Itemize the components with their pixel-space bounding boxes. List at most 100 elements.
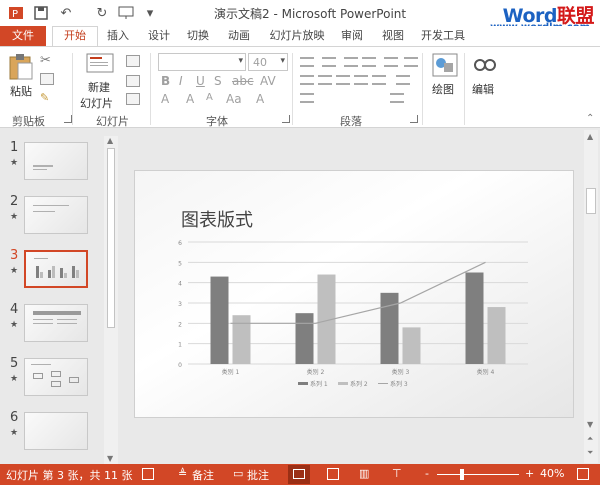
text-direction-icon[interactable] [404, 57, 418, 67]
undo-icon[interactable]: ↶ [58, 5, 74, 21]
slide-thumbnail[interactable] [24, 412, 88, 450]
ribbon: 粘贴 ✂ ✎ 剪贴板 新建 幻灯片 幻灯片 ▾ 40 ▾ B I U S abc … [0, 46, 600, 128]
editing-label: 编辑 [472, 83, 494, 96]
change-case-icon[interactable]: Aa [226, 92, 242, 106]
tab-developer[interactable]: 开发工具 [418, 26, 468, 46]
drawing-button[interactable]: 绘图 [430, 53, 460, 111]
find-icon [474, 59, 496, 71]
reset-icon[interactable] [126, 75, 140, 87]
tab-insert[interactable]: 插入 [100, 26, 136, 46]
chart[interactable]: 0 1 2 3 4 5 6 类别 1 类别 2 类别 3 类别 4 系列 1 系列 2 系列 3 [168, 234, 538, 394]
customize-qat-icon[interactable]: ▾ [142, 5, 158, 21]
justify-icon[interactable] [354, 75, 368, 85]
underline-icon[interactable]: U [196, 74, 205, 88]
tab-design[interactable]: 设计 [142, 26, 176, 46]
fit-to-window-icon[interactable] [577, 468, 589, 480]
slide-number: 4 [10, 302, 19, 317]
slide-sorter-icon[interactable] [327, 468, 339, 480]
save-icon[interactable] [33, 5, 49, 21]
notes-icon[interactable]: ≜ [178, 467, 187, 480]
drawing-label: 绘图 [432, 83, 454, 96]
layout-icon[interactable] [126, 55, 140, 67]
zoom-in-button[interactable]: + [525, 467, 534, 480]
scrollbar-thumb[interactable] [107, 148, 115, 328]
shadow-icon[interactable]: S [214, 74, 222, 88]
increase-indent-icon[interactable] [362, 57, 376, 67]
scroll-up-icon[interactable]: ▲ [587, 132, 593, 141]
font-size-combo[interactable]: 40 ▾ [248, 53, 288, 71]
zoom-slider-thumb[interactable] [460, 469, 464, 480]
italic-icon[interactable]: I [179, 74, 183, 88]
bullets-icon[interactable] [300, 57, 314, 67]
collapse-ribbon-icon[interactable]: ⌃ [586, 113, 594, 124]
slide-title[interactable]: 图表版式 [181, 206, 253, 232]
columns-icon[interactable] [396, 75, 410, 85]
font-launcher-icon[interactable] [282, 115, 290, 123]
comments-button[interactable]: 批注 [247, 467, 269, 483]
thumbnail-scrollbar[interactable]: ▲ ▼ [104, 136, 118, 466]
normal-view-button[interactable] [288, 465, 310, 484]
shrink-font-icon[interactable]: A [206, 92, 213, 103]
reading-view-icon[interactable]: ▥ [359, 467, 369, 480]
editing-button[interactable]: 编辑 [470, 53, 500, 111]
slide-thumbnail[interactable] [24, 196, 88, 234]
present-from-start-icon[interactable] [118, 5, 134, 21]
align-right-icon[interactable] [336, 75, 350, 85]
spelling-check-icon[interactable] [142, 468, 154, 480]
legend-label: 系列 2 [350, 380, 368, 388]
copy-icon[interactable] [40, 73, 54, 85]
comments-icon[interactable]: ▭ [233, 467, 243, 480]
powerpoint-app-icon[interactable]: P [8, 5, 24, 21]
tab-slideshow[interactable]: 幻灯片放映 [264, 26, 330, 46]
line-spacing-icon[interactable] [384, 57, 398, 67]
char-spacing-icon[interactable]: AV [260, 74, 276, 88]
previous-slide-icon[interactable]: ⏶ [587, 434, 593, 444]
strikethrough-icon[interactable]: abc [232, 74, 254, 88]
font-color-icon[interactable]: A [161, 92, 169, 106]
paste-button[interactable]: 粘贴 [8, 53, 36, 101]
smartart-icon[interactable] [390, 93, 404, 103]
zoom-slider[interactable] [437, 474, 519, 475]
new-slide-button[interactable]: 新建 幻灯片 [78, 53, 122, 111]
grow-font-icon[interactable]: A [186, 92, 194, 106]
numbering-icon[interactable] [322, 57, 336, 67]
tab-transitions[interactable]: 切换 [181, 26, 215, 46]
slide-scrollbar[interactable]: ▲ ▼ ⏶ ⏷ [584, 130, 598, 463]
paragraph-launcher-icon[interactable] [410, 115, 418, 123]
clipboard-launcher-icon[interactable] [64, 115, 72, 123]
bold-icon[interactable]: B [161, 74, 170, 88]
tab-review[interactable]: 审阅 [337, 26, 367, 46]
cut-icon[interactable]: ✂ [40, 53, 51, 68]
scroll-down-icon[interactable]: ▼ [587, 420, 593, 429]
y-tick-label: 3 [178, 301, 182, 308]
notes-button[interactable]: 备注 [192, 467, 214, 483]
slide-thumbnail[interactable] [24, 142, 88, 180]
zoom-level[interactable]: 40% [540, 467, 564, 480]
slide-number: 6 [10, 410, 19, 425]
font-name-combo[interactable]: ▾ [158, 53, 246, 71]
decrease-indent-icon[interactable] [344, 57, 358, 67]
zoom-out-button[interactable]: - [425, 467, 429, 480]
align-center-icon[interactable] [318, 75, 332, 85]
section-icon[interactable] [126, 93, 140, 105]
redo-icon[interactable]: ↻ [94, 5, 110, 21]
group-divider [150, 53, 151, 125]
slide-thumbnail-active[interactable] [24, 250, 88, 288]
slide-thumbnail[interactable] [24, 304, 88, 342]
tab-animations[interactable]: 动画 [222, 26, 256, 46]
group-divider [292, 53, 293, 125]
scroll-up-icon[interactable]: ▲ [107, 136, 113, 145]
tab-file[interactable]: 文件 [0, 26, 46, 46]
scroll-down-icon[interactable]: ▼ [107, 454, 113, 463]
slide-thumbnail[interactable] [24, 358, 88, 396]
align-text-icon[interactable] [300, 93, 314, 103]
align-left-icon[interactable] [300, 75, 314, 85]
format-painter-icon[interactable]: ✎ [40, 91, 49, 104]
next-slide-icon[interactable]: ⏷ [587, 448, 593, 458]
slideshow-view-icon[interactable]: ⊤ [392, 467, 402, 480]
clear-format-icon[interactable]: A [256, 92, 264, 106]
tab-view[interactable]: 视图 [378, 26, 408, 46]
tab-home[interactable]: 开始 [52, 26, 98, 46]
scrollbar-thumb[interactable] [586, 188, 596, 214]
distributed-icon[interactable] [372, 75, 386, 85]
